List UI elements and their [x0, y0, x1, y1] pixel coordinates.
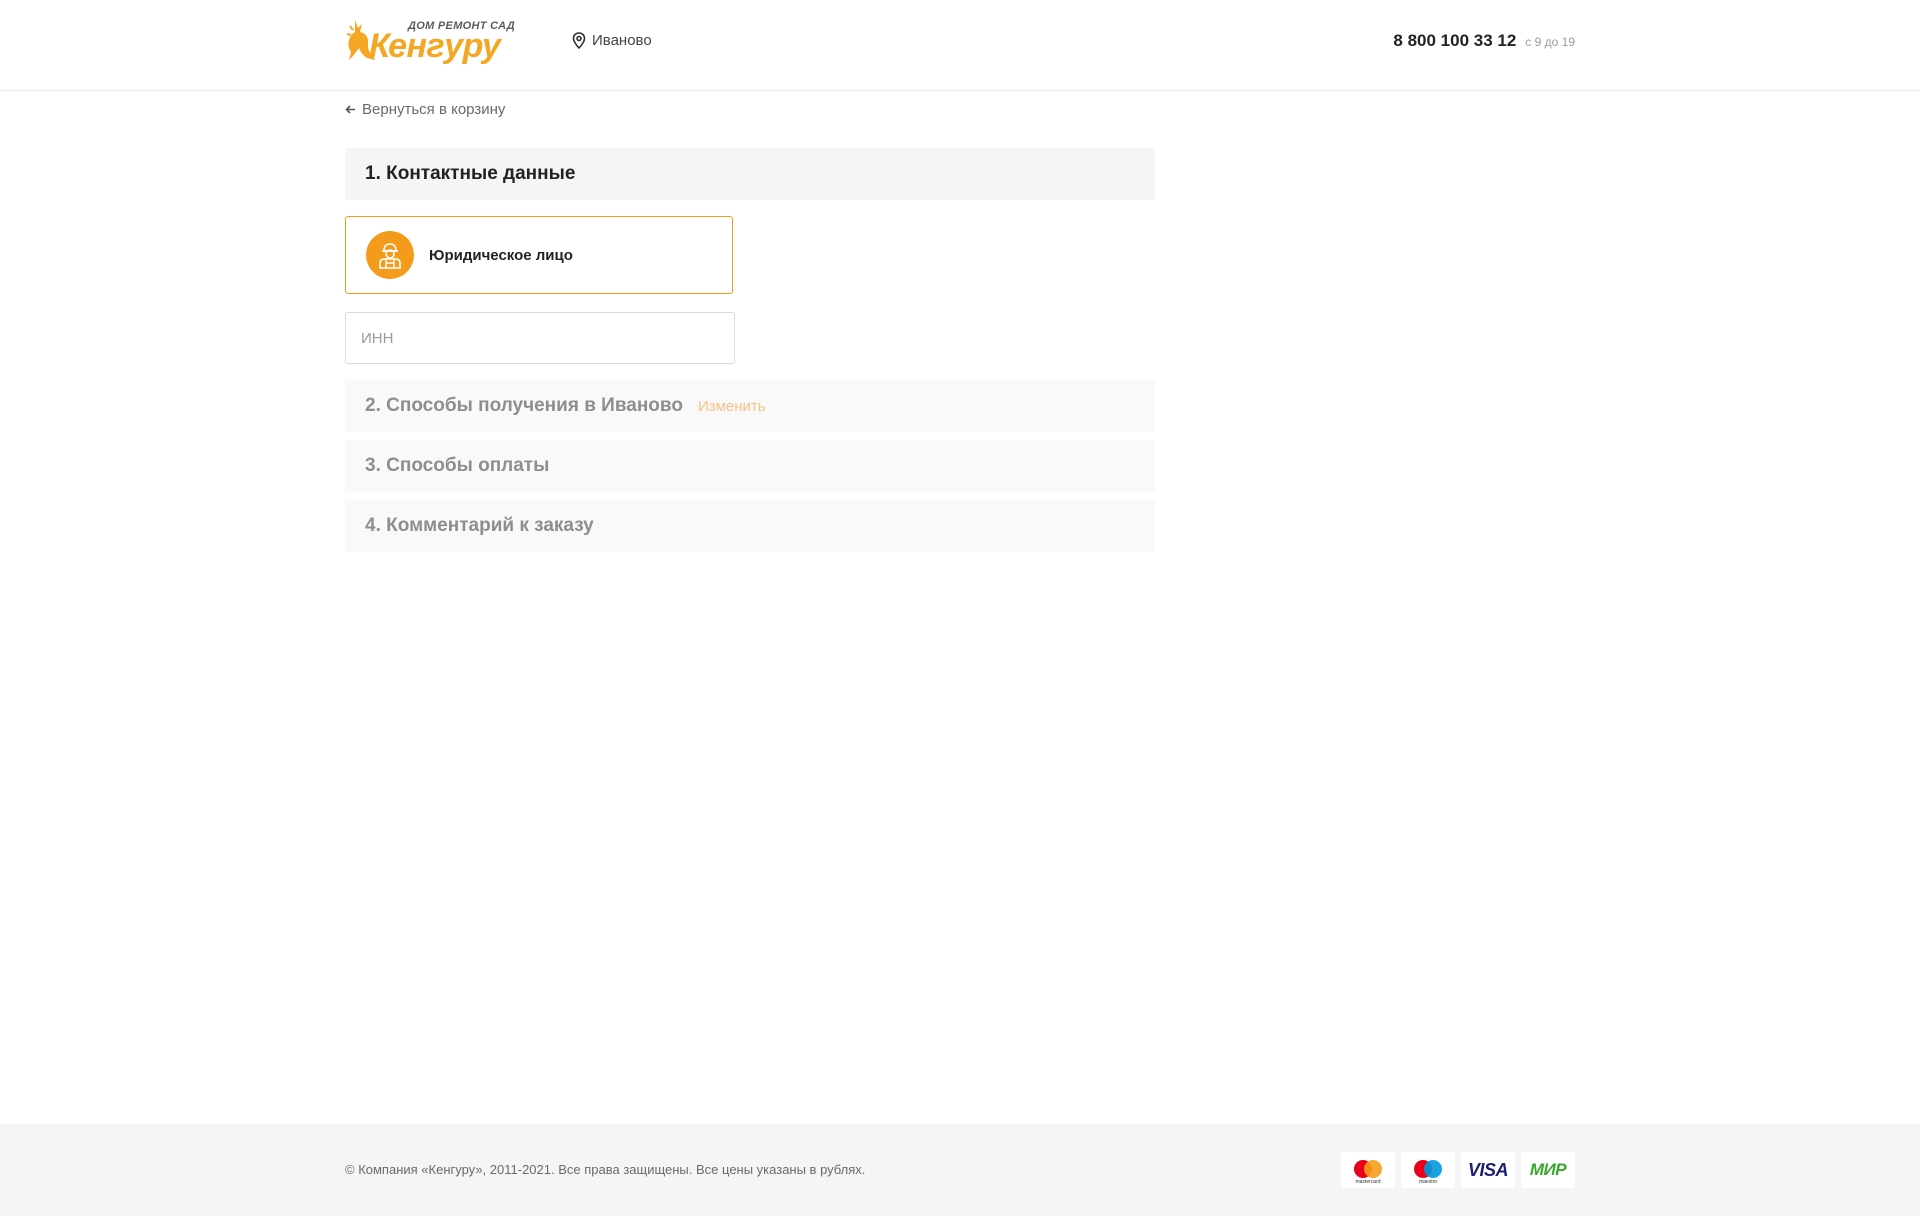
mastercard-caption: mastercard — [1355, 1179, 1381, 1185]
back-link-label: Вернуться в корзину — [362, 101, 506, 118]
section-comment-title: 4. Комментарий к заказу — [365, 515, 594, 536]
section-contacts: 1. Контактные данные — [345, 148, 1155, 200]
mir-icon: МИР — [1521, 1152, 1575, 1188]
location-pin-icon — [572, 32, 586, 49]
section-payment: 3. Способы оплаты — [345, 440, 1155, 492]
copyright-text: © Компания «Кенгуру», 2011-2021. Все пра… — [345, 1162, 866, 1177]
working-hours: с 9 до 19 — [1525, 35, 1575, 49]
legal-entity-option[interactable]: Юридическое лицо — [345, 216, 733, 294]
logo[interactable]: ДОМ РЕМОНТ САД Кенгуру — [345, 14, 527, 65]
payment-methods: mastercard maestro VISA МИР — [1341, 1152, 1575, 1188]
mir-label: МИР — [1529, 1160, 1567, 1179]
section-payment-title: 3. Способы оплаты — [365, 455, 550, 476]
legal-entity-label: Юридическое лицо — [429, 246, 573, 264]
maestro-caption: maestro — [1418, 1179, 1438, 1185]
inn-input[interactable] — [345, 312, 735, 364]
maestro-icon: maestro — [1401, 1152, 1455, 1188]
section-comment: 4. Комментарий к заказу — [345, 500, 1155, 552]
site-footer: © Компания «Кенгуру», 2011-2021. Все пра… — [0, 1124, 1920, 1216]
mastercard-icon: mastercard — [1341, 1152, 1395, 1188]
back-to-cart-link[interactable]: Вернуться в корзину — [345, 101, 505, 118]
city-selector[interactable]: Иваново — [572, 32, 652, 49]
section-delivery: 2. Способы получения в Иваново Изменить — [345, 380, 1155, 432]
logo-name: Кенгуру — [369, 27, 501, 65]
change-city-link[interactable]: Изменить — [698, 398, 766, 415]
phone-number[interactable]: 8 800 100 33 12 — [1393, 31, 1516, 51]
section-delivery-title: 2. Способы получения в Иваново — [365, 395, 683, 416]
phone-block: 8 800 100 33 12 с 9 до 19 — [1393, 31, 1575, 51]
city-name: Иваново — [592, 32, 652, 49]
section-contacts-title: 1. Контактные данные — [365, 163, 576, 184]
worker-icon — [366, 231, 414, 279]
visa-label: VISA — [1467, 1159, 1509, 1180]
visa-icon: VISA — [1461, 1152, 1515, 1188]
arrow-left-icon — [345, 105, 355, 114]
site-header: ДОМ РЕМОНТ САД Кенгуру Иваново 8 800 100… — [0, 0, 1920, 91]
